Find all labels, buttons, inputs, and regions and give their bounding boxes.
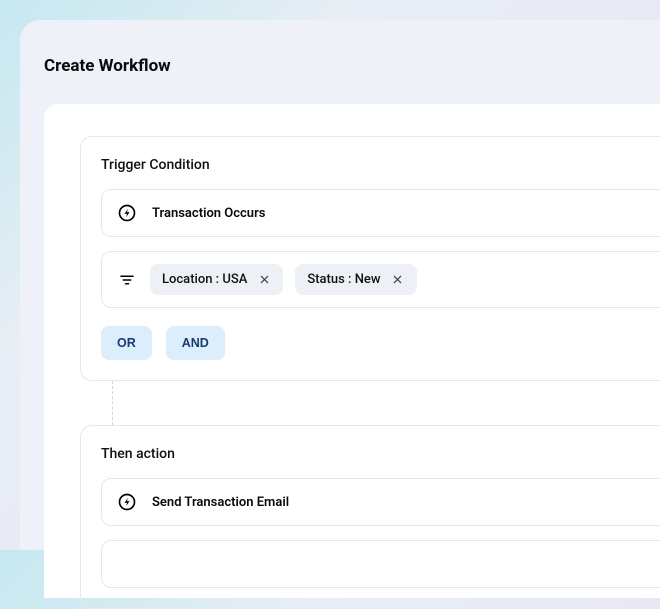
close-icon[interactable]: [257, 273, 271, 287]
filter-icon: [116, 269, 138, 291]
trigger-event-label: Transaction Occurs: [152, 206, 265, 221]
filter-chip-label: Status : New: [307, 272, 380, 287]
action-section-title: Then action: [101, 446, 660, 462]
action-event-label: Send Transaction Email: [152, 495, 289, 510]
lightning-icon: [116, 202, 138, 224]
filter-row[interactable]: Location : USA Status : New: [101, 251, 660, 308]
connector-line: [112, 381, 113, 425]
action-section: Then action Send Transaction Email: [80, 425, 660, 609]
filter-chip-location[interactable]: Location : USA: [150, 264, 283, 295]
workflow-body: Trigger Condition Transaction Occurs: [44, 104, 660, 598]
action-filter-row[interactable]: [101, 540, 660, 588]
workflow-panel: Create Workflow Trigger Condition Transa…: [20, 20, 660, 550]
close-icon[interactable]: [391, 273, 405, 287]
trigger-event-row[interactable]: Transaction Occurs: [101, 189, 660, 237]
logic-row: OR AND: [101, 326, 660, 360]
filter-chip-status[interactable]: Status : New: [295, 264, 416, 295]
or-button[interactable]: OR: [101, 326, 152, 360]
filter-chip-label: Location : USA: [162, 272, 247, 287]
action-event-row[interactable]: Send Transaction Email: [101, 478, 660, 526]
trigger-section: Trigger Condition Transaction Occurs: [80, 136, 660, 381]
and-button[interactable]: AND: [166, 326, 225, 360]
lightning-icon: [116, 491, 138, 513]
page-title: Create Workflow: [44, 56, 660, 76]
trigger-section-title: Trigger Condition: [101, 157, 660, 173]
